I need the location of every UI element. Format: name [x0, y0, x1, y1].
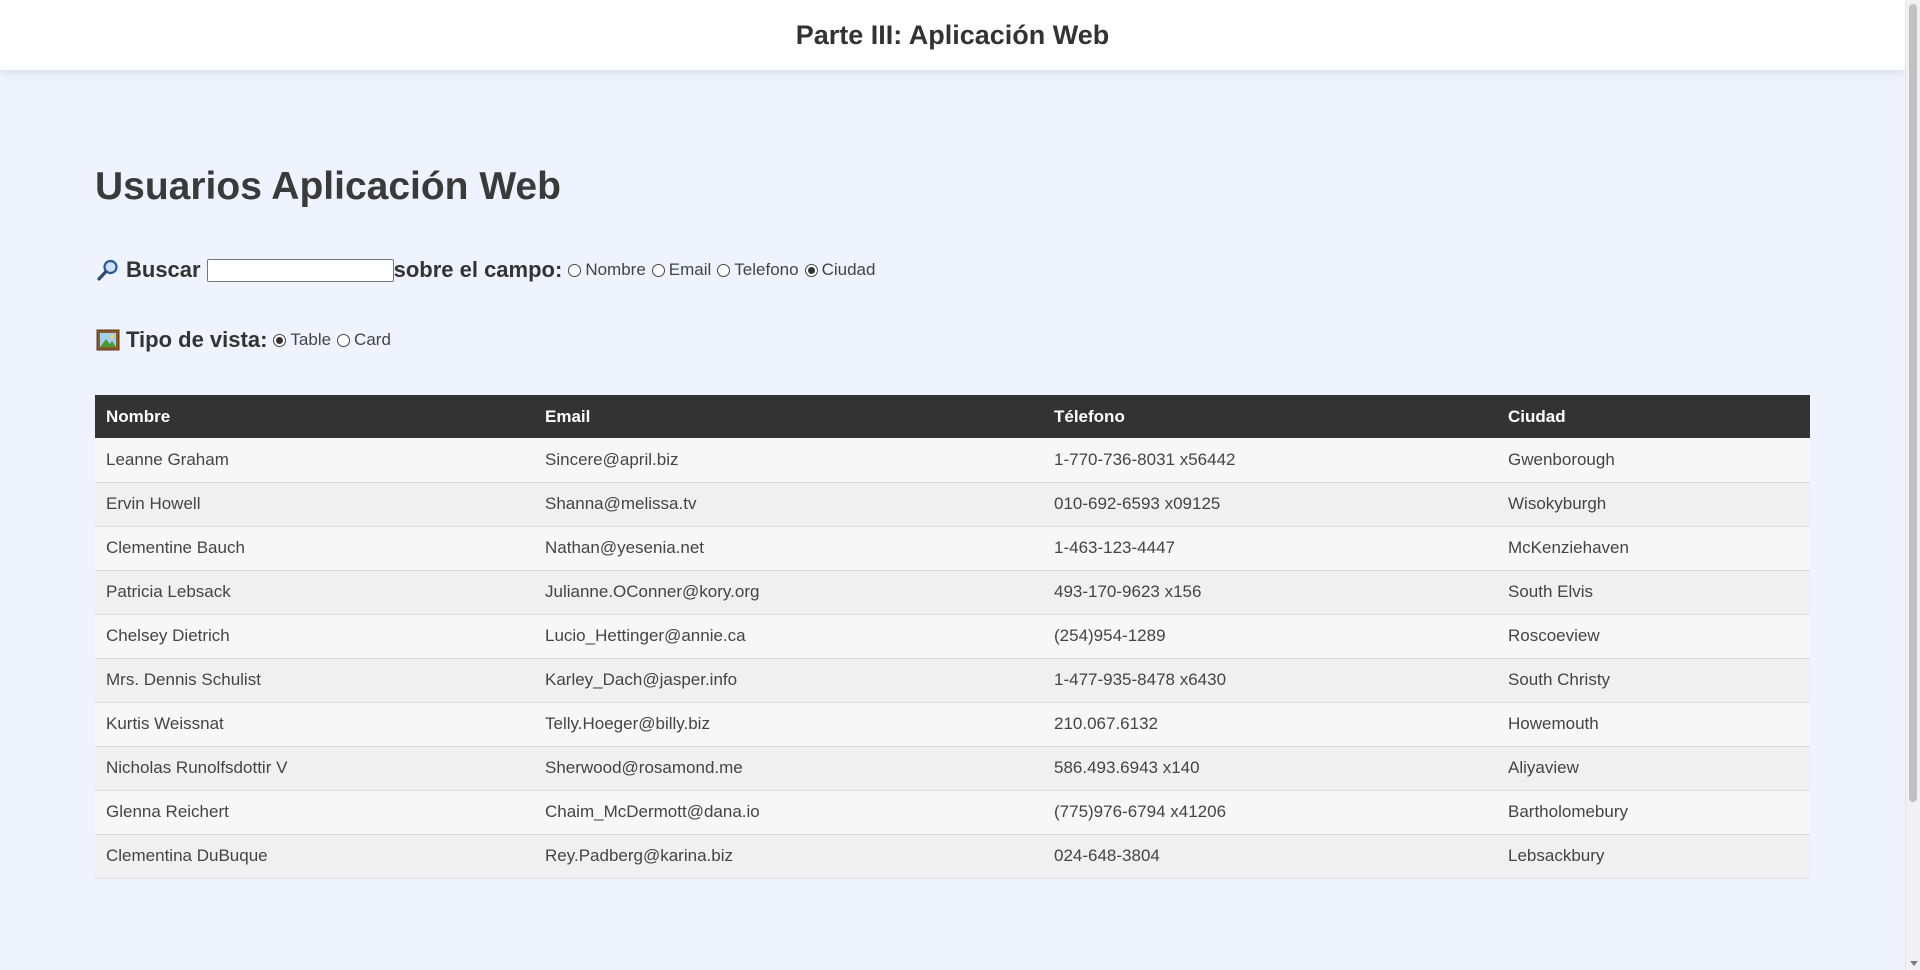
cell-nombre: Clementina DuBuque — [95, 834, 534, 879]
search-field-option-email[interactable]: Email — [651, 260, 712, 280]
option-label: Card — [354, 330, 391, 349]
cell-nombre: Glenna Reichert — [95, 790, 534, 835]
table-header-row: Nombre Email Télefono Ciudad — [95, 395, 1810, 438]
option-label: Telefono — [734, 260, 799, 279]
cell-nombre: Leanne Graham — [95, 438, 534, 483]
cell-nombre: Kurtis Weissnat — [95, 702, 534, 747]
search-input[interactable] — [206, 258, 394, 282]
app-title: Parte III: Aplicación Web — [795, 19, 1110, 50]
view-option-card[interactable]: Card — [337, 330, 391, 350]
option-label: Email — [668, 260, 712, 279]
cell-email: Karley_Dach@jasper.info — [534, 658, 1043, 703]
column-header-ciudad: Ciudad — [1508, 406, 1566, 426]
cell-telefono: 1-463-123-4447 — [1043, 526, 1497, 571]
cell-telefono: 586.493.6943 x140 — [1043, 746, 1497, 791]
cell-telefono: 493-170-9623 x156 — [1043, 570, 1497, 615]
cell-telefono: 1-477-935-8478 x6430 — [1043, 658, 1497, 703]
radio-nombre[interactable] — [568, 263, 582, 277]
search-field-option-nombre[interactable]: Nombre — [568, 260, 646, 280]
picture-icon — [95, 327, 121, 353]
cell-telefono: (254)954-1289 — [1043, 614, 1497, 659]
scrollbar-thumb[interactable] — [1909, 4, 1917, 802]
cell-ciudad: Howemouth — [1497, 702, 1810, 747]
radio-telefono[interactable] — [717, 263, 731, 277]
search-label: Buscar — [126, 257, 201, 282]
search-field-option-telefono[interactable]: Telefono — [717, 260, 799, 280]
cell-email: Rey.Padberg@karina.biz — [534, 834, 1043, 879]
magnifier-icon — [95, 257, 121, 283]
radio-email[interactable] — [651, 263, 665, 277]
search-field-option-ciudad[interactable]: Ciudad — [804, 260, 876, 280]
view-type-label: Tipo de vista: — [126, 327, 268, 352]
scroll-down-arrow-icon[interactable] — [1910, 961, 1918, 966]
radio-table[interactable] — [273, 333, 287, 347]
table-row: Mrs. Dennis Schulist Karley_Dach@jasper.… — [95, 658, 1810, 703]
vertical-scrollbar[interactable] — [1905, 0, 1920, 970]
cell-telefono: 010-692-6593 x09125 — [1043, 482, 1497, 527]
cell-email: Telly.Hoeger@billy.biz — [534, 702, 1043, 747]
top-bar: Parte III: Aplicación Web — [0, 0, 1905, 70]
cell-ciudad: Aliyaview — [1497, 746, 1810, 791]
radio-ciudad[interactable] — [804, 263, 818, 277]
cell-email: Julianne.OConner@kory.org — [534, 570, 1043, 615]
radio-card[interactable] — [337, 333, 351, 347]
cell-nombre: Patricia Lebsack — [95, 570, 534, 615]
users-table: Nombre Email Télefono Ciudad Leanne Grah… — [95, 395, 1810, 879]
cell-ciudad: Bartholomebury — [1497, 790, 1810, 835]
cell-nombre: Chelsey Dietrich — [95, 614, 534, 659]
cell-ciudad: Roscoeview — [1497, 614, 1810, 659]
cell-nombre: Mrs. Dennis Schulist — [95, 658, 534, 703]
cell-ciudad: South Christy — [1497, 658, 1810, 703]
table-row: Ervin Howell Shanna@melissa.tv 010-692-6… — [95, 482, 1810, 527]
cell-telefono: 024-648-3804 — [1043, 834, 1497, 879]
cell-ciudad: Gwenborough — [1497, 438, 1810, 483]
option-label: Table — [290, 330, 332, 349]
cell-ciudad: Lebsackbury — [1497, 834, 1810, 879]
cell-nombre: Nicholas Runolfsdottir V — [95, 746, 534, 791]
option-label: Ciudad — [821, 260, 876, 279]
column-header-telefono: Télefono — [1054, 406, 1125, 426]
cell-nombre: Ervin Howell — [95, 482, 534, 527]
table-row: Clementine Bauch Nathan@yesenia.net 1-46… — [95, 526, 1810, 571]
search-bar: Buscar sobre el campo: Nombre Email Tele… — [95, 255, 875, 285]
option-label: Nombre — [585, 260, 646, 279]
cell-ciudad: South Elvis — [1497, 570, 1810, 615]
cell-telefono: 1-770-736-8031 x56442 — [1043, 438, 1497, 483]
view-option-table[interactable]: Table — [273, 330, 331, 350]
cell-email: Lucio_Hettinger@annie.ca — [534, 614, 1043, 659]
table-row: Clementina DuBuque Rey.Padberg@karina.bi… — [95, 834, 1810, 879]
cell-ciudad: Wisokyburgh — [1497, 482, 1810, 527]
table-row: Patricia Lebsack Julianne.OConner@kory.o… — [95, 570, 1810, 615]
table-row: Nicholas Runolfsdottir V Sherwood@rosamo… — [95, 746, 1810, 791]
page-title: Usuarios Aplicación Web — [95, 165, 561, 208]
cell-email: Sherwood@rosamond.me — [534, 746, 1043, 791]
table-row: Leanne Graham Sincere@april.biz 1-770-73… — [95, 438, 1810, 483]
table-row: Kurtis Weissnat Telly.Hoeger@billy.biz 2… — [95, 702, 1810, 747]
cell-email: Chaim_McDermott@dana.io — [534, 790, 1043, 835]
cell-email: Shanna@melissa.tv — [534, 482, 1043, 527]
column-header-nombre: Nombre — [106, 406, 171, 426]
table-row: Chelsey Dietrich Lucio_Hettinger@annie.c… — [95, 614, 1810, 659]
cell-email: Sincere@april.biz — [534, 438, 1043, 483]
cell-email: Nathan@yesenia.net — [534, 526, 1043, 571]
table-row: Glenna Reichert Chaim_McDermott@dana.io … — [95, 790, 1810, 835]
cell-telefono: 210.067.6132 — [1043, 702, 1497, 747]
column-header-email: Email — [545, 406, 591, 426]
view-type-selector: Tipo de vista: Table Card — [95, 325, 391, 355]
cell-nombre: Clementine Bauch — [95, 526, 534, 571]
cell-telefono: (775)976-6794 x41206 — [1043, 790, 1497, 835]
cell-ciudad: McKenziehaven — [1497, 526, 1810, 571]
search-field-label: sobre el campo: — [393, 257, 563, 282]
